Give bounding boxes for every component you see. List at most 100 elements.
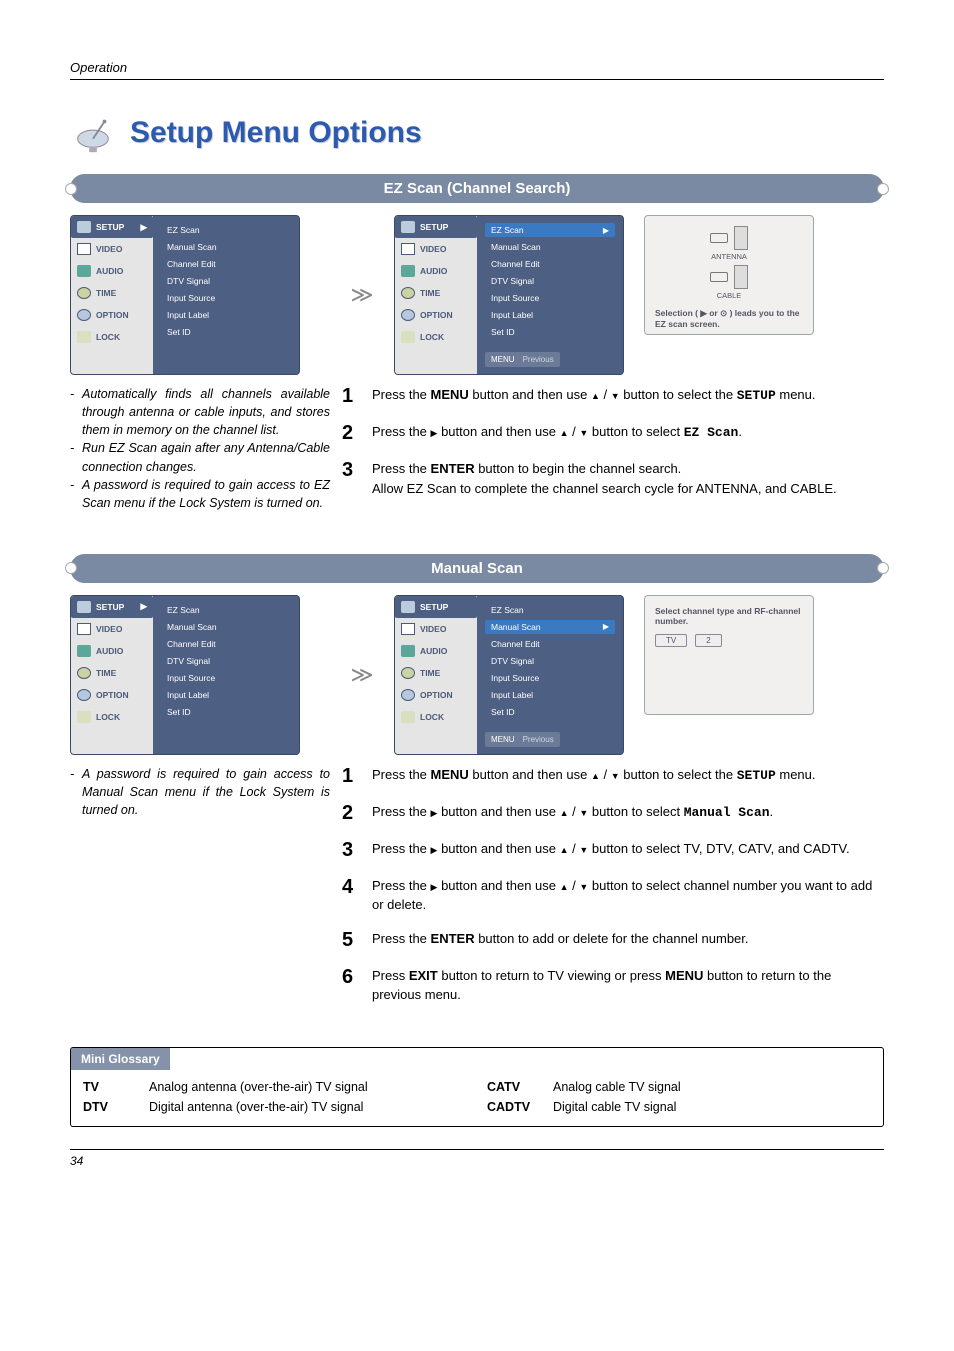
description-list: Automatically finds all channels availab… — [70, 385, 330, 512]
osd-item: Manual Scan — [161, 240, 291, 254]
osd-item: Input Source — [161, 671, 291, 685]
down-arrow-icon — [611, 387, 620, 402]
osd-tab-time: TIME — [71, 282, 153, 304]
glossary-title: Mini Glossary — [71, 1048, 170, 1070]
osd-item: Set ID — [485, 325, 615, 339]
step-text: Press the MENU button and then use / but… — [372, 385, 884, 406]
up-arrow-icon — [560, 878, 569, 893]
clock-icon — [401, 287, 415, 299]
tv-icon — [401, 243, 415, 255]
osd-tab-video: VIDEO — [395, 618, 477, 640]
glossary-row: CADTVDigital cable TV signal — [487, 1100, 871, 1114]
osd-item: Set ID — [161, 325, 291, 339]
osd-footer: MENUPrevious — [485, 352, 560, 367]
wall-outlet-icon — [734, 226, 748, 250]
step-text: Press the button and then use / button t… — [372, 839, 884, 859]
arrow-right-icon: ≫ — [350, 662, 373, 688]
osd-menu-ms-left: SETUP ▶ VIDEO AUDIO TIME OPTION LOCK EZ … — [70, 595, 300, 755]
osd-help-ez: ANTENNA CABLE Selection ( ▶ or ⊙ ) leads… — [644, 215, 814, 335]
satellite-dish-icon — [70, 110, 116, 156]
osd-menu-ez-left: SETUP ▶ VIDEO AUDIO TIME OPTION LOCK EZ … — [70, 215, 300, 375]
cable-icon — [710, 272, 728, 282]
down-arrow-icon — [579, 841, 588, 856]
osd-tab-setup: SETUP — [395, 596, 477, 618]
banner-ez-scan: EZ Scan (Channel Search) — [70, 174, 884, 203]
section-manual-scan: Manual Scan SETUP ▶ VIDEO AUDIO TIME OPT… — [70, 554, 884, 1019]
step-number: 3 — [342, 839, 360, 862]
osd-tab-video: VIDEO — [71, 618, 153, 640]
clock-icon — [77, 287, 91, 299]
page-number: 34 — [70, 1149, 884, 1168]
osd-tab-audio: AUDIO — [395, 260, 477, 282]
osd-tab-time: TIME — [71, 662, 153, 684]
osd-item: Input Label — [161, 308, 291, 322]
osd-tab-audio: AUDIO — [71, 640, 153, 662]
desc-item: A password is required to gain access to… — [70, 765, 330, 819]
osd-tab-audio: AUDIO — [71, 260, 153, 282]
description-list: A password is required to gain access to… — [70, 765, 330, 819]
section-ez-scan: EZ Scan (Channel Search) SETUP ▶ VIDEO A… — [70, 174, 884, 526]
osd-menu-ms-right: SETUP VIDEO AUDIO TIME OPTION LOCK EZ Sc… — [394, 595, 624, 755]
step-text: Press the ENTER button to add or delete … — [372, 929, 884, 949]
up-arrow-icon — [560, 424, 569, 439]
osd-tab-lock: LOCK — [395, 326, 477, 348]
gear-icon — [77, 309, 91, 321]
title-row: Setup Menu Options — [70, 110, 884, 156]
step-text: Press EXIT button to return to TV viewin… — [372, 966, 884, 1005]
osd-item: Manual Scan — [161, 620, 291, 634]
step-number: 1 — [342, 385, 360, 408]
osd-item-selected: Manual Scan▶ — [485, 620, 615, 634]
osd-tab-setup: SETUP ▶ — [71, 596, 153, 618]
desc-item: Automatically finds all channels availab… — [70, 385, 330, 439]
osd-item: Channel Edit — [161, 257, 291, 271]
antenna-label: ANTENNA — [655, 252, 803, 261]
step-text: Press the button and then use / button t… — [372, 802, 884, 823]
tv-icon — [77, 243, 91, 255]
step-number: 2 — [342, 422, 360, 445]
audio-icon — [77, 265, 91, 277]
up-arrow-icon — [591, 767, 600, 782]
down-arrow-icon — [579, 878, 588, 893]
up-arrow-icon — [560, 841, 569, 856]
setup-icon — [77, 221, 91, 233]
header-rule — [70, 79, 884, 80]
step-number: 6 — [342, 966, 360, 989]
osd-item: Input Source — [161, 291, 291, 305]
osd-tab-option: OPTION — [71, 684, 153, 706]
glossary-row: TVAnalog antenna (over-the-air) TV signa… — [83, 1080, 467, 1094]
osd-item: Input Source — [485, 671, 615, 685]
desc-item: A password is required to gain access to… — [70, 476, 330, 512]
gear-icon — [401, 309, 415, 321]
page-title: Setup Menu Options — [130, 116, 422, 150]
audio-icon — [401, 265, 415, 277]
osd-item: Channel Edit — [485, 637, 615, 651]
glossary-row: CATVAnalog cable TV signal — [487, 1080, 871, 1094]
down-arrow-icon — [579, 804, 588, 819]
osd-tab-lock: LOCK — [71, 706, 153, 728]
osd-item: Channel Edit — [485, 257, 615, 271]
lock-icon — [401, 711, 415, 723]
osd-tab-video: VIDEO — [395, 238, 477, 260]
osd-item: Set ID — [485, 705, 615, 719]
down-arrow-icon — [579, 424, 588, 439]
osd-tab-setup: SETUP ▶ — [71, 216, 153, 238]
up-arrow-icon — [560, 804, 569, 819]
osd-tab-lock: LOCK — [71, 326, 153, 348]
setup-icon — [401, 221, 415, 233]
antenna-icon — [710, 233, 728, 243]
step-text: Press the ENTER button to begin the chan… — [372, 459, 884, 498]
osd-item: EZ Scan — [485, 603, 615, 617]
setup-icon — [77, 601, 91, 613]
osd-footer: MENUPrevious — [485, 732, 560, 747]
lock-icon — [77, 331, 91, 343]
mini-glossary: Mini Glossary TVAnalog antenna (over-the… — [70, 1047, 884, 1127]
osd-tab-option: OPTION — [395, 684, 477, 706]
banner-manual-scan: Manual Scan — [70, 554, 884, 583]
osd-item: Channel Edit — [161, 637, 291, 651]
osd-help-ms: Select channel type and RF-channel numbe… — [644, 595, 814, 715]
cable-label: CABLE — [655, 291, 803, 300]
osd-tab-video: VIDEO — [71, 238, 153, 260]
audio-icon — [401, 645, 415, 657]
clock-icon — [401, 667, 415, 679]
osd-item: DTV Signal — [161, 654, 291, 668]
